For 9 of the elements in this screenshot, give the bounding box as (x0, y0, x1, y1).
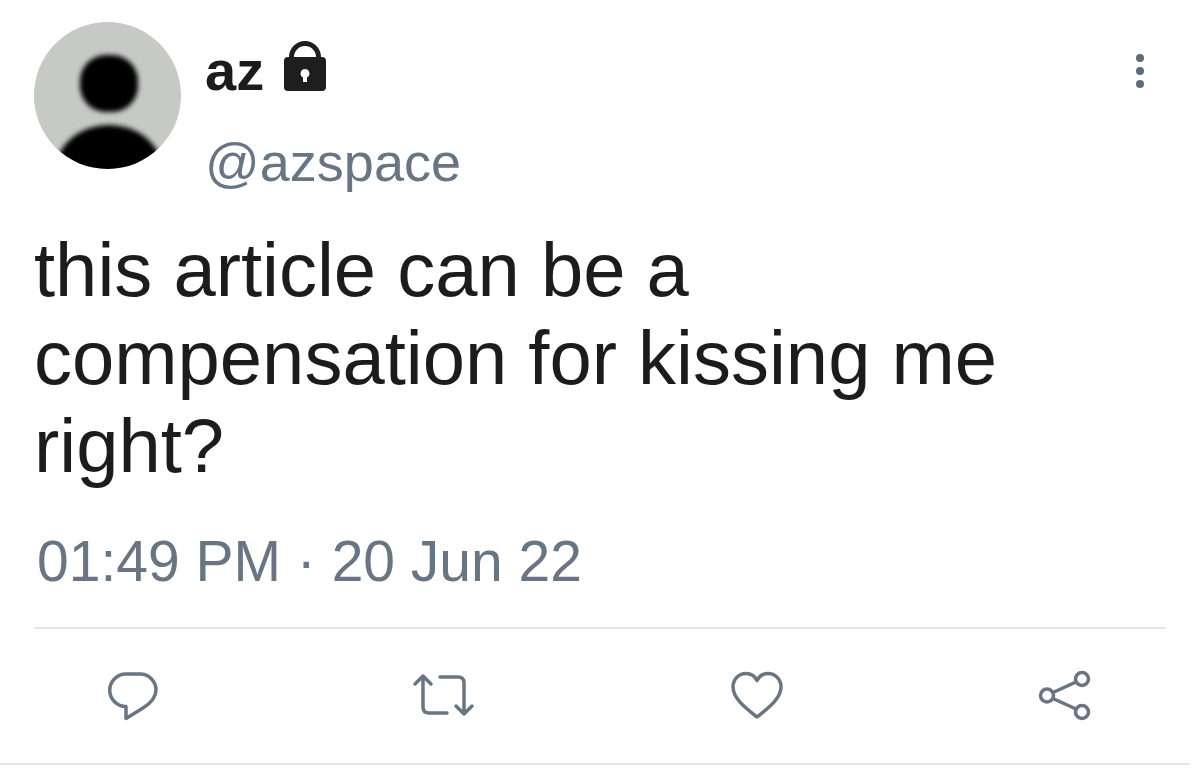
more-options-icon[interactable] (1136, 54, 1144, 88)
share-icon[interactable] (1038, 669, 1091, 721)
heart-icon[interactable] (729, 670, 784, 720)
retweet-icon[interactable] (412, 673, 476, 717)
tweet-timestamp: 01:49 PM · 20 Jun 22 (37, 528, 582, 594)
speech-bubble-icon[interactable] (107, 669, 158, 721)
display-name: az (205, 39, 265, 103)
username-handle: @azspace (205, 131, 461, 193)
tweet-text: this article can be a compensation for kissing me right? (34, 226, 999, 490)
